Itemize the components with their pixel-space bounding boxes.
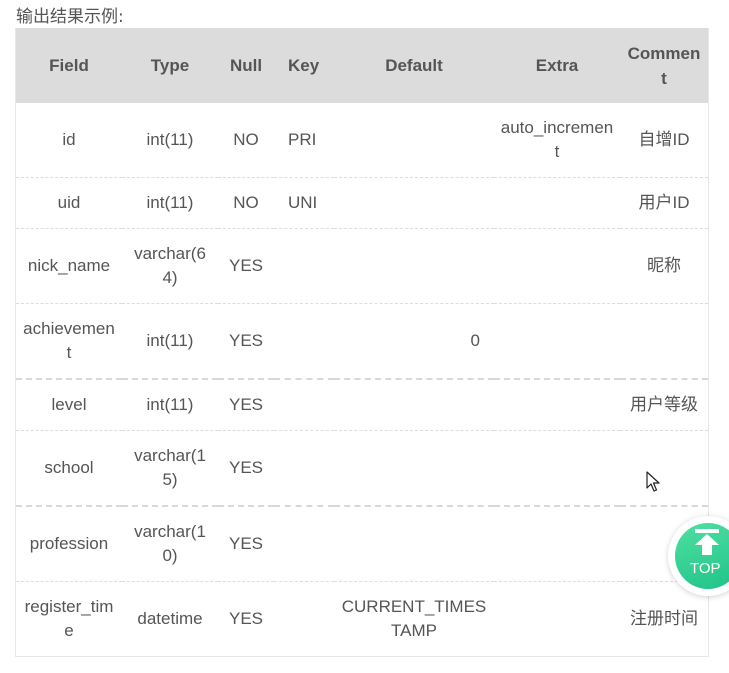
cell-field: profession: [16, 506, 122, 582]
cell-null: NO: [218, 103, 274, 178]
column-header-extra: Extra: [494, 28, 620, 103]
column-header-field: Field: [16, 28, 122, 103]
arrow-up-icon: [695, 529, 719, 555]
cell-default: [334, 177, 494, 229]
cell-type: varchar(64): [122, 228, 218, 304]
cell-field: school: [16, 430, 122, 507]
cell-comment: [620, 430, 708, 507]
cell-field: uid: [16, 177, 122, 229]
cell-null: YES: [218, 228, 274, 304]
cell-null: YES: [228, 609, 264, 628]
cell-key: [274, 303, 334, 380]
cell-default: [334, 228, 494, 304]
cell-null: YES: [218, 379, 274, 431]
cell-field: level: [16, 379, 122, 431]
cell-field: nick_name: [16, 228, 122, 304]
cell-type: varchar(15): [122, 430, 218, 507]
cell-extra: [494, 582, 620, 657]
cell-extra: [494, 303, 620, 380]
cell-field: achievement: [16, 303, 122, 380]
table-row: nick_name varchar(64) YES 昵称: [16, 228, 708, 304]
cell-key: PRI: [274, 103, 334, 178]
cell-field: register_time: [24, 597, 114, 640]
table-row: achievement int(11) YES 0: [16, 303, 708, 380]
cell-comment: 用户ID: [620, 177, 708, 229]
cell-default: CURRENT_TIMESTAMP: [341, 597, 487, 640]
back-to-top-label: TOP: [690, 560, 721, 577]
cell-comment: 用户等级: [620, 379, 708, 431]
schema-table-container: Field Type Null Key Default Extra Commen…: [15, 28, 709, 657]
table-row: uid int(11) NO UNI 用户ID: [16, 177, 708, 229]
cell-null: NO: [218, 177, 274, 229]
column-header-default: Default: [334, 28, 494, 103]
cell-null: YES: [218, 303, 274, 380]
cell-type: varchar(10): [122, 506, 218, 582]
table-row: profession varchar(10) YES: [16, 506, 708, 582]
cell-extra: [494, 228, 620, 304]
cell-extra: [494, 506, 620, 582]
cell-extra: [494, 379, 620, 431]
schema-table: Field Type Null Key Default Extra Commen…: [16, 28, 708, 656]
cell-field: id: [16, 103, 122, 178]
cell-type: datetime: [137, 609, 203, 628]
mouse-cursor-icon: [646, 471, 660, 492]
cell-default: [334, 379, 494, 431]
cell-key: UNI: [274, 177, 334, 229]
column-header-null: Null: [218, 28, 274, 103]
cell-default: [334, 430, 494, 507]
cell-extra: [494, 430, 620, 507]
column-header-comment: Comment: [620, 28, 708, 103]
table-row: school varchar(15) YES: [16, 430, 708, 507]
cell-extra: [494, 177, 620, 229]
page: 输出结果示例: Field Type Null Key Default Extr…: [0, 0, 729, 673]
cell-key: [274, 379, 334, 431]
column-header-key: Key: [274, 28, 334, 103]
cell-default: 0: [334, 303, 494, 380]
caption: 输出结果示例:: [16, 7, 124, 27]
cell-key: [274, 506, 334, 582]
cell-default: [334, 103, 494, 178]
cell-type: int(11): [122, 303, 218, 380]
table-row: register_time datetime YES CURRENT_TIMES…: [16, 582, 708, 657]
column-header-type: Type: [122, 28, 218, 103]
table-header-row: Field Type Null Key Default Extra Commen…: [16, 28, 708, 103]
cell-comment: 自增ID: [620, 103, 708, 178]
cell-null: YES: [218, 430, 274, 507]
cell-key: [274, 582, 334, 657]
table-row: id int(11) NO PRI auto_increment 自增ID: [16, 103, 708, 178]
cell-type: int(11): [122, 103, 218, 178]
cell-null: YES: [218, 506, 274, 582]
cell-default: [334, 506, 494, 582]
cell-comment: 昵称: [620, 228, 708, 304]
cell-key: [274, 430, 334, 507]
table-row: level int(11) YES 用户等级: [16, 379, 708, 431]
cell-type: int(11): [122, 177, 218, 229]
cell-comment: [620, 303, 708, 380]
back-to-top-button-face[interactable]: TOP: [675, 523, 729, 589]
cell-key: [274, 228, 334, 304]
cell-type: int(11): [122, 379, 218, 431]
cell-extra: auto_increment: [494, 103, 620, 178]
